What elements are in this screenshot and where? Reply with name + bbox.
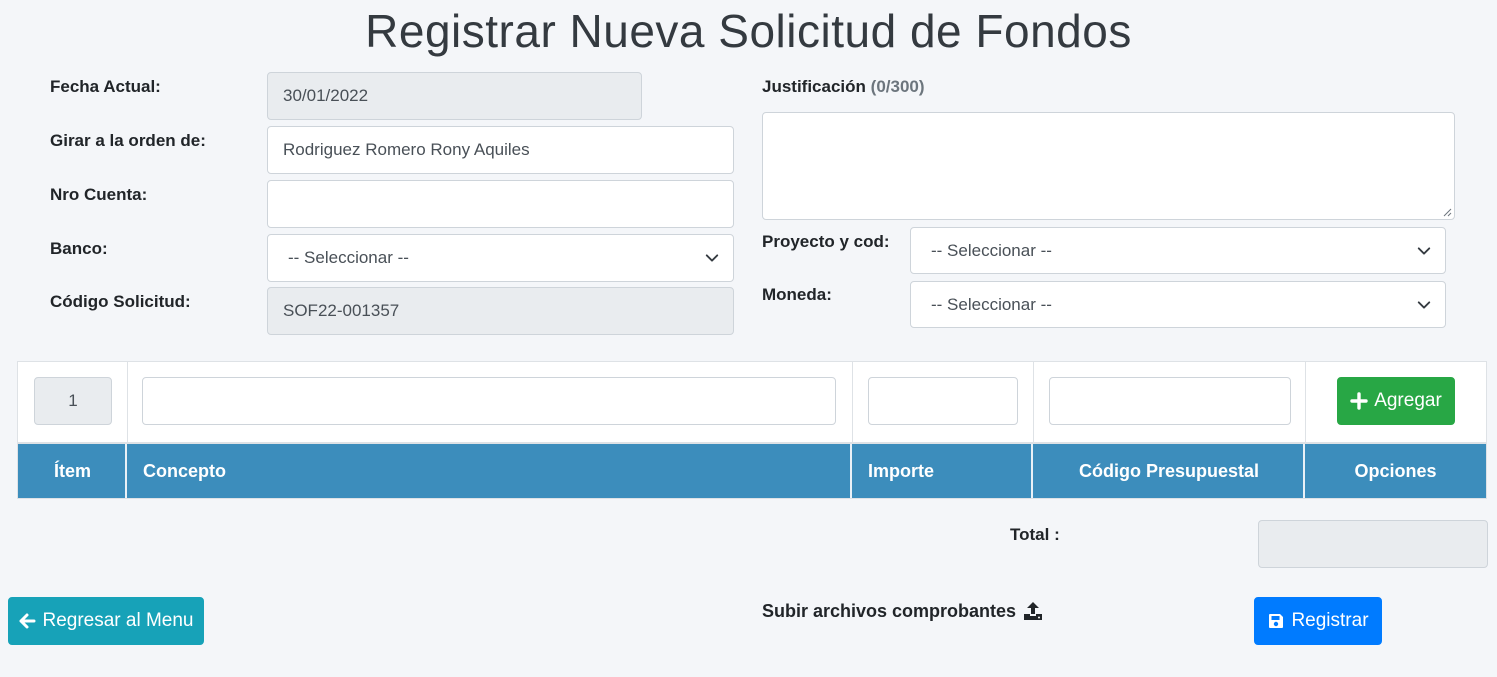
register-label: Registrar (1291, 610, 1369, 631)
proyecto-label: Proyecto y cod: (762, 232, 890, 251)
item-number-field: 1 (34, 377, 112, 425)
chevron-down-icon (1417, 246, 1431, 255)
add-item-button[interactable]: Agregar (1337, 377, 1455, 425)
codigo-presupuestal-input[interactable] (1049, 377, 1291, 425)
header-concepto: Concepto (125, 444, 852, 498)
banco-select-value: -- Seleccionar -- (288, 248, 409, 267)
upload-files-button[interactable]: Subir archivos comprobantes (762, 600, 1044, 622)
justificacion-label: Justificación (0/300) (762, 77, 925, 97)
resize-grip-icon[interactable] (1442, 207, 1452, 217)
header-codigo-presupuestal: Código Presupuestal (1031, 444, 1305, 498)
banco-label: Banco: (50, 239, 108, 258)
moneda-label: Moneda: (762, 285, 832, 304)
arrow-left-icon (19, 613, 36, 629)
fecha-label: Fecha Actual: (50, 77, 161, 96)
upload-icon (1024, 602, 1043, 620)
fecha-field[interactable]: 30/01/2022 (267, 72, 642, 120)
page-title: Registrar Nueva Solicitud de Fondos (365, 5, 1132, 57)
proyecto-select[interactable]: -- Seleccionar -- (910, 227, 1446, 274)
column-divider (127, 362, 128, 442)
justificacion-label-text: Justificación (762, 77, 866, 96)
header-opciones: Opciones (1303, 444, 1486, 498)
girar-label: Girar a la orden de: (50, 131, 206, 150)
header-importe: Importe (850, 444, 1033, 498)
save-icon (1269, 614, 1284, 628)
girar-field[interactable]: Rodriguez Romero Rony Aquiles (267, 126, 734, 174)
banco-select[interactable]: -- Seleccionar -- (267, 234, 734, 282)
chevron-down-icon (705, 254, 719, 262)
total-field (1258, 520, 1488, 568)
moneda-select-value: -- Seleccionar -- (931, 294, 1052, 314)
moneda-select[interactable]: -- Seleccionar -- (910, 281, 1446, 328)
column-divider (1305, 362, 1306, 442)
chevron-down-icon (1417, 300, 1431, 309)
column-divider (1033, 362, 1034, 442)
codigo-label: Código Solicitud: (50, 292, 191, 311)
total-label: Total : (1010, 525, 1060, 544)
column-divider (852, 362, 853, 442)
header-item: Ítem (53, 460, 91, 481)
cuenta-label: Nro Cuenta: (50, 185, 148, 204)
codigo-field[interactable]: SOF22-001357 (267, 287, 734, 335)
add-item-label: Agregar (1374, 390, 1442, 411)
cuenta-field[interactable] (267, 180, 734, 228)
plus-icon (1350, 392, 1368, 410)
detail-table: 1 Agregar Ítem Concepto Importe Código P… (17, 361, 1487, 499)
importe-input[interactable] (868, 377, 1018, 425)
justificacion-textarea[interactable] (762, 112, 1455, 220)
back-to-menu-label: Regresar al Menu (42, 610, 194, 631)
justificacion-counter: (0/300) (870, 77, 925, 96)
register-button[interactable]: Registrar (1254, 597, 1382, 645)
concepto-input[interactable] (142, 377, 836, 425)
upload-label: Subir archivos comprobantes (762, 600, 1017, 621)
proyecto-select-value: -- Seleccionar -- (931, 240, 1052, 260)
back-to-menu-button[interactable]: Regresar al Menu (8, 597, 204, 645)
table-header: Ítem Concepto Importe Código Presupuesta… (18, 442, 1486, 498)
